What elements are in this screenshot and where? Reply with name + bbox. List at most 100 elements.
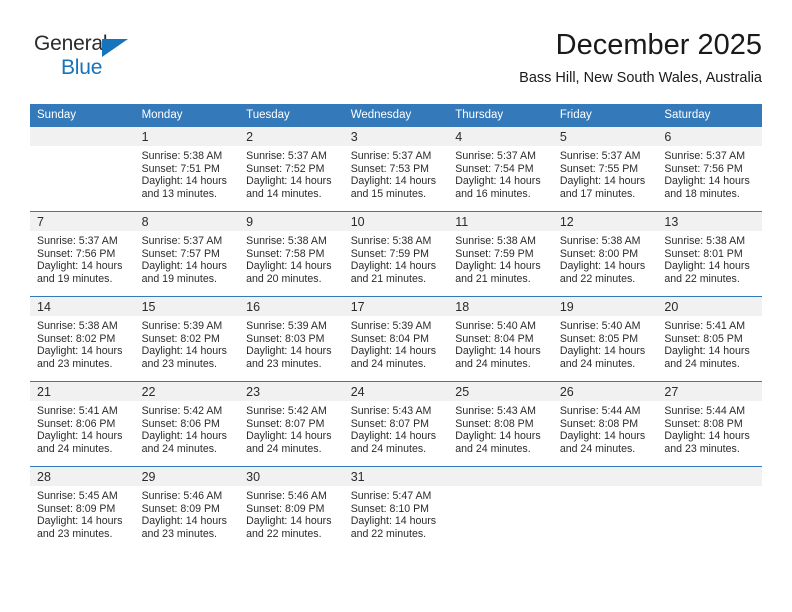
calendar-day-cell[interactable]: 12 Sunrise: 5:38 AM Sunset: 8:00 PM Dayligh… — [552, 211, 658, 297]
calendar-day-cell[interactable]: 11 Sunrise: 5:38 AM Sunset: 7:59 PM Dayligh… — [448, 211, 553, 297]
daylight-text-line2: and 24 minutes. — [37, 443, 113, 456]
day-cell-inner: 12 Sunrise: 5:38 AM Sunset: 8:00 PM Dayligh… — [552, 212, 658, 296]
sunrise-text: Sunrise: 5:44 AM — [559, 405, 641, 417]
sunrise-text: Sunrise: 5:38 AM — [559, 235, 641, 247]
daylight-text-line2: and 24 minutes. — [559, 358, 636, 371]
daylight-text-line2: and 22 minutes. — [559, 273, 636, 286]
day-cell-inner: 31 Sunrise: 5:47 AM Sunset: 8:10 PM Dayligh… — [343, 467, 449, 551]
weekday-header-thursday: Thursday — [448, 104, 553, 127]
day-cell-inner: 9 Sunrise: 5:38 AM Sunset: 7:58 PM Daylight… — [239, 212, 344, 296]
calendar-week-row: 7 Sunrise: 5:37 AM Sunset: 7:56 PM Daylight… — [30, 211, 762, 297]
day-number: 21 — [30, 382, 135, 401]
daylight-text-line2: and 24 minutes. — [350, 443, 427, 456]
calendar-day-cell[interactable]: 31 Sunrise: 5:47 AM Sunset: 8:10 PM Dayligh… — [343, 466, 449, 551]
day-details: Sunrise: 5:39 AM Sunset: 8:03 PM Daylight:… — [239, 316, 344, 371]
calendar-header-row: Sunday Monday Tuesday Wednesday Thursday… — [30, 104, 762, 127]
calendar-day-cell-empty — [552, 466, 658, 551]
calendar-day-cell[interactable]: 15 Sunrise: 5:39 AM Sunset: 8:02 PM Dayligh… — [134, 296, 240, 382]
daylight-text-line2: and 15 minutes. — [350, 188, 427, 201]
calendar-week-row: 21 Sunrise: 5:41 AM Sunset: 8:06 PM Dayligh… — [30, 381, 762, 467]
day-cell-inner: 24 Sunrise: 5:43 AM Sunset: 8:07 PM Dayligh… — [343, 382, 449, 466]
day-number: 20 — [657, 297, 762, 316]
day-cell-inner: 14 Sunrise: 5:38 AM Sunset: 8:02 PM Dayligh… — [30, 297, 135, 381]
sunrise-text: Sunrise: 5:39 AM — [141, 320, 223, 332]
calendar-day-cell[interactable]: 27 Sunrise: 5:44 AM Sunset: 8:08 PM Dayligh… — [657, 381, 762, 467]
calendar-day-cell[interactable]: 24 Sunrise: 5:43 AM Sunset: 8:07 PM Dayligh… — [343, 381, 449, 467]
day-number: 19 — [552, 297, 658, 316]
triangle-icon — [102, 39, 128, 57]
day-number — [657, 467, 762, 486]
sunset-text: Sunset: 8:08 PM — [559, 417, 639, 430]
calendar-day-cell[interactable]: 28 Sunrise: 5:45 AM Sunset: 8:09 PM Dayligh… — [30, 466, 135, 551]
weekday-header-tuesday: Tuesday — [239, 104, 344, 127]
sunset-text: Sunset: 7:58 PM — [246, 247, 325, 260]
calendar-day-cell[interactable]: 8 Sunrise: 5:37 AM Sunset: 7:57 PM Daylight… — [134, 211, 240, 297]
day-cell-inner: 15 Sunrise: 5:39 AM Sunset: 8:02 PM Dayligh… — [134, 297, 240, 381]
calendar-day-cell[interactable]: 3 Sunrise: 5:37 AM Sunset: 7:53 PM Daylight… — [343, 127, 449, 212]
calendar-page: General Blue December 2025 Bass Hill, Ne… — [0, 0, 792, 612]
calendar-day-cell[interactable]: 4 Sunrise: 5:37 AM Sunset: 7:54 PM Daylight… — [448, 127, 553, 212]
calendar-day-cell[interactable]: 25 Sunrise: 5:43 AM Sunset: 8:08 PM Dayligh… — [448, 381, 553, 467]
calendar-day-cell[interactable]: 23 Sunrise: 5:42 AM Sunset: 8:07 PM Dayligh… — [239, 381, 344, 467]
day-number: 11 — [448, 212, 553, 231]
brand-logo[interactable]: General Blue — [34, 32, 194, 88]
calendar-day-cell[interactable]: 5 Sunrise: 5:37 AM Sunset: 7:55 PM Daylight… — [552, 127, 658, 212]
daylight-text-line1: Daylight: 14 hours — [350, 430, 437, 443]
day-cell-inner: 11 Sunrise: 5:38 AM Sunset: 7:59 PM Dayligh… — [448, 212, 553, 296]
calendar-day-cell[interactable]: 1 Sunrise: 5:38 AM Sunset: 7:51 PM Daylight… — [134, 127, 240, 212]
day-cell-inner: 20 Sunrise: 5:41 AM Sunset: 8:05 PM Dayligh… — [657, 297, 762, 381]
day-details: Sunrise: 5:46 AM Sunset: 8:09 PM Daylight:… — [135, 486, 240, 541]
calendar-day-cell[interactable]: 13 Sunrise: 5:38 AM Sunset: 8:01 PM Dayligh… — [657, 211, 762, 297]
calendar-day-cell[interactable]: 14 Sunrise: 5:38 AM Sunset: 8:02 PM Dayligh… — [30, 296, 135, 382]
day-cell-inner: 2 Sunrise: 5:37 AM Sunset: 7:52 PM Daylight… — [239, 127, 344, 211]
sunrise-text: Sunrise: 5:46 AM — [141, 490, 223, 502]
calendar-day-cell[interactable]: 30 Sunrise: 5:46 AM Sunset: 8:09 PM Dayligh… — [239, 466, 344, 551]
sunrise-text: Sunrise: 5:38 AM — [455, 235, 536, 247]
calendar-day-cell[interactable]: 26 Sunrise: 5:44 AM Sunset: 8:08 PM Dayligh… — [552, 381, 658, 467]
day-details: Sunrise: 5:42 AM Sunset: 8:07 PM Daylight:… — [239, 401, 344, 456]
calendar-day-cell[interactable]: 9 Sunrise: 5:38 AM Sunset: 7:58 PM Daylight… — [239, 211, 344, 297]
sunset-text: Sunset: 8:08 PM — [664, 417, 743, 430]
sunrise-text: Sunrise: 5:37 AM — [455, 150, 536, 162]
day-cell-inner: 21 Sunrise: 5:41 AM Sunset: 8:06 PM Dayligh… — [30, 382, 135, 466]
day-details: Sunrise: 5:44 AM Sunset: 8:08 PM Daylight:… — [553, 401, 658, 456]
sunrise-text: Sunrise: 5:41 AM — [664, 320, 746, 332]
calendar-day-cell[interactable]: 20 Sunrise: 5:41 AM Sunset: 8:05 PM Dayligh… — [657, 296, 762, 382]
daylight-text-line2: and 24 minutes. — [455, 358, 531, 371]
calendar-day-cell[interactable]: 29 Sunrise: 5:46 AM Sunset: 8:09 PM Dayligh… — [134, 466, 240, 551]
calendar-day-cell[interactable]: 2 Sunrise: 5:37 AM Sunset: 7:52 PM Daylight… — [239, 127, 344, 212]
calendar-day-cell[interactable]: 19 Sunrise: 5:40 AM Sunset: 8:05 PM Dayligh… — [552, 296, 658, 382]
sunset-text: Sunset: 8:09 PM — [246, 502, 325, 515]
calendar-day-cell[interactable]: 18 Sunrise: 5:40 AM Sunset: 8:04 PM Dayligh… — [448, 296, 553, 382]
day-details — [657, 486, 762, 490]
daylight-text-line1: Daylight: 14 hours — [559, 430, 646, 443]
day-number: 25 — [448, 382, 553, 401]
calendar-day-cell[interactable]: 7 Sunrise: 5:37 AM Sunset: 7:56 PM Daylight… — [30, 211, 135, 297]
weekday-header-sunday: Sunday — [30, 104, 135, 127]
calendar-day-cell[interactable]: 16 Sunrise: 5:39 AM Sunset: 8:03 PM Dayligh… — [239, 296, 344, 382]
sunset-text: Sunset: 7:55 PM — [559, 162, 639, 175]
sunrise-text: Sunrise: 5:37 AM — [246, 150, 327, 162]
calendar-day-cell[interactable]: 10 Sunrise: 5:38 AM Sunset: 7:59 PM Dayligh… — [343, 211, 449, 297]
calendar-day-cell[interactable]: 22 Sunrise: 5:42 AM Sunset: 8:06 PM Dayligh… — [134, 381, 240, 467]
day-cell-inner: 25 Sunrise: 5:43 AM Sunset: 8:08 PM Dayligh… — [448, 382, 553, 466]
day-cell-inner: 27 Sunrise: 5:44 AM Sunset: 8:08 PM Dayligh… — [657, 382, 762, 466]
day-details: Sunrise: 5:44 AM Sunset: 8:08 PM Daylight:… — [657, 401, 762, 456]
calendar-day-cell[interactable]: 17 Sunrise: 5:39 AM Sunset: 8:04 PM Dayligh… — [343, 296, 449, 382]
daylight-text-line2: and 23 minutes. — [141, 358, 217, 371]
daylight-text-line2: and 23 minutes. — [246, 358, 322, 371]
calendar-day-cell[interactable]: 6 Sunrise: 5:37 AM Sunset: 7:56 PM Daylight… — [657, 127, 762, 212]
sunrise-text: Sunrise: 5:46 AM — [246, 490, 327, 502]
weekday-header-wednesday: Wednesday — [343, 104, 449, 127]
day-cell-inner: 8 Sunrise: 5:37 AM Sunset: 7:57 PM Daylight… — [134, 212, 240, 296]
sunset-text: Sunset: 8:07 PM — [246, 417, 325, 430]
calendar-day-cell[interactable]: 21 Sunrise: 5:41 AM Sunset: 8:06 PM Dayligh… — [30, 381, 135, 467]
sunset-text: Sunset: 8:09 PM — [37, 502, 116, 515]
daylight-text-line2: and 21 minutes. — [455, 273, 531, 286]
day-number: 13 — [657, 212, 762, 231]
daylight-text-line1: Daylight: 14 hours — [141, 515, 227, 528]
day-number: 18 — [448, 297, 553, 316]
daylight-text-line2: and 22 minutes. — [664, 273, 740, 286]
sunrise-text: Sunrise: 5:43 AM — [455, 405, 536, 417]
day-details: Sunrise: 5:39 AM Sunset: 8:04 PM Daylight:… — [344, 316, 449, 371]
